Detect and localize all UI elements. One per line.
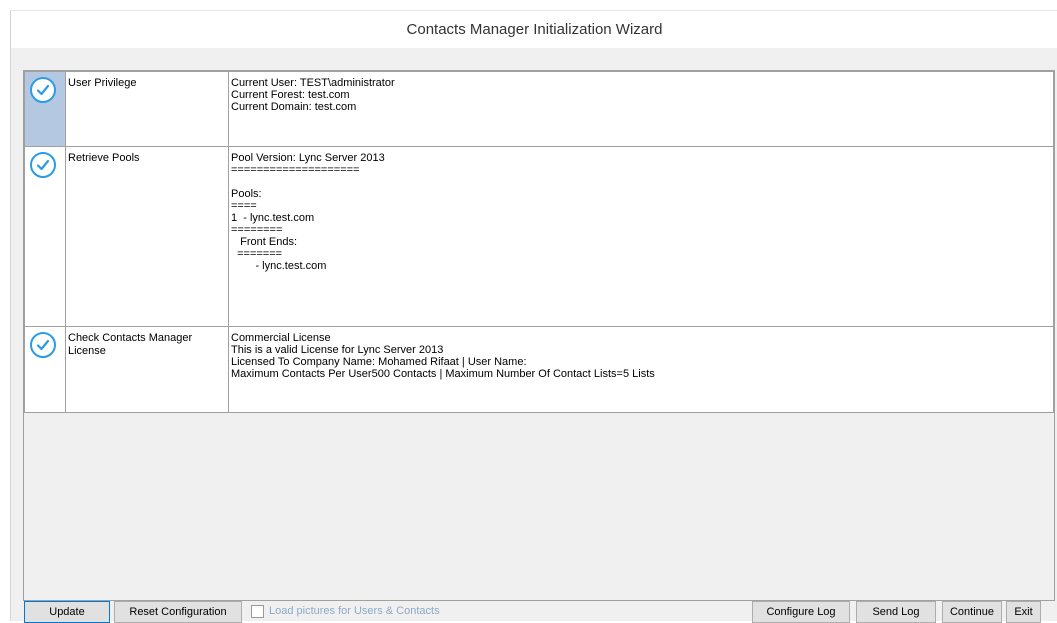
step-details-cell: Pool Version: Lync Server 2013 =========… bbox=[228, 146, 1054, 327]
step-details-cell: Current User: TEST\administrator Current… bbox=[228, 71, 1054, 147]
check-circle-icon bbox=[30, 332, 56, 358]
step-name-cell: User Privilege bbox=[65, 71, 229, 147]
step-row-user-privilege[interactable]: User Privilege Current User: TEST\admini… bbox=[24, 71, 1054, 147]
load-pictures-checkbox[interactable] bbox=[251, 605, 264, 618]
check-circle-icon bbox=[30, 152, 56, 178]
steps-table: User Privilege Current User: TEST\admini… bbox=[24, 71, 1054, 413]
load-pictures-label[interactable]: Load pictures for Users & Contacts bbox=[269, 604, 440, 619]
step-details: Pool Version: Lync Server 2013 =========… bbox=[231, 152, 385, 272]
step-details-cell: Commercial License This is a valid Licen… bbox=[228, 326, 1054, 413]
step-name-cell: Check Contacts Manager License bbox=[65, 326, 229, 413]
step-status-cell bbox=[24, 326, 66, 413]
step-name: User Privilege bbox=[68, 77, 137, 89]
step-name: Check Contacts Manager License bbox=[68, 332, 193, 357]
window-title: Contacts Manager Initialization Wizard bbox=[11, 11, 1057, 48]
step-details: Commercial License This is a valid Licen… bbox=[231, 332, 655, 380]
step-row-retrieve-pools[interactable]: Retrieve Pools Pool Version: Lync Server… bbox=[24, 146, 1054, 327]
step-name-cell: Retrieve Pools bbox=[65, 146, 229, 327]
step-row-license[interactable]: Check Contacts Manager License Commercia… bbox=[24, 326, 1054, 413]
step-status-cell bbox=[24, 146, 66, 327]
check-circle-icon bbox=[30, 77, 56, 103]
step-name: Retrieve Pools bbox=[68, 152, 140, 164]
steps-grid[interactable]: User Privilege Current User: TEST\admini… bbox=[23, 70, 1055, 601]
step-details: Current User: TEST\administrator Current… bbox=[231, 77, 395, 113]
wizard-window: Contacts Manager Initialization Wizard U… bbox=[10, 10, 1057, 623]
step-status-cell bbox=[24, 71, 66, 147]
